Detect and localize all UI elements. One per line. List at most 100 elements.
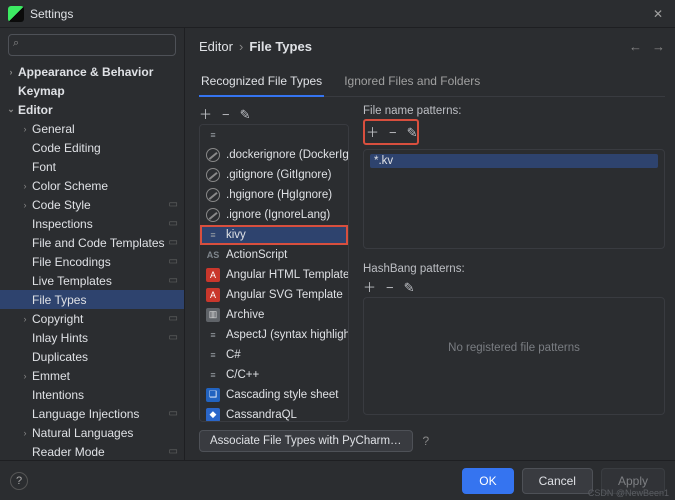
lines-icon: ≡ — [206, 328, 220, 342]
breadcrumb-root[interactable]: Editor — [199, 39, 233, 54]
settings-tree[interactable]: ›Appearance & BehaviorKeymap⌄Editor›Gene… — [0, 62, 184, 460]
sidebar-item-color-scheme[interactable]: ›Color Scheme — [0, 176, 184, 195]
ok-button[interactable]: OK — [462, 468, 513, 494]
ban-icon — [206, 208, 220, 222]
scope-icon: ▭ — [169, 446, 178, 457]
filetype-row[interactable]: .gitignore (GitIgnore) — [200, 165, 348, 185]
remove-filename-pattern-button[interactable]: − — [389, 126, 397, 139]
sidebar-item-label: Language Injections — [32, 407, 139, 421]
sidebar-item-file-types[interactable]: File Types — [0, 290, 184, 309]
blue-icon: ◆ — [206, 408, 220, 422]
add-hashbang-pattern-button[interactable]: ＋ — [363, 281, 376, 294]
sidebar-item-label: Code Editing — [32, 141, 101, 155]
sidebar-item-label: Appearance & Behavior — [18, 65, 153, 79]
cancel-button[interactable]: Cancel — [522, 468, 593, 494]
hashbang-patterns-list[interactable]: No registered file patterns — [363, 297, 665, 415]
sidebar-item-general[interactable]: ›General — [0, 119, 184, 138]
filetype-row[interactable]: AAngular HTML Template — [200, 265, 348, 285]
remove-hashbang-pattern-button[interactable]: − — [386, 281, 394, 294]
sidebar-item-label: Font — [32, 160, 56, 174]
edit-hashbang-pattern-button[interactable]: ✎ — [404, 281, 415, 294]
lines-icon: ≡ — [206, 128, 220, 142]
sidebar-item-file-encodings[interactable]: File Encodings▭ — [0, 252, 184, 271]
ban-icon — [206, 188, 220, 202]
associate-file-types-button[interactable]: Associate File Types with PyCharm… — [199, 430, 413, 452]
footer-help-button[interactable]: ? — [10, 472, 28, 490]
filetype-row[interactable]: .hgignore (HgIgnore) — [200, 185, 348, 205]
scope-icon: ▭ — [169, 313, 178, 324]
sidebar-item-intentions[interactable]: Intentions — [0, 385, 184, 404]
ban-icon — [206, 168, 220, 182]
filetypes-list[interactable]: ≡ .dockerignore (DockerIgnoreLang) .gitign… — [199, 124, 349, 422]
sidebar-item-duplicates[interactable]: Duplicates — [0, 347, 184, 366]
remove-filetype-button[interactable]: − — [222, 108, 230, 121]
sidebar-item-label: Live Templates — [32, 274, 112, 288]
filetype-row[interactable]: ▥Archive — [200, 305, 348, 325]
back-icon[interactable]: ← — [629, 39, 642, 54]
sidebar-item-label: Inlay Hints — [32, 331, 88, 345]
filetype-label: Cascading style sheet — [226, 389, 339, 401]
sidebar-item-editor[interactable]: ⌄Editor — [0, 100, 184, 119]
sidebar-item-file-and-code-templates[interactable]: File and Code Templates▭ — [0, 233, 184, 252]
sidebar-item-reader-mode[interactable]: Reader Mode ▭ — [0, 442, 184, 460]
sidebar-item-inlay-hints[interactable]: Inlay Hints▭ — [0, 328, 184, 347]
chevron-icon: › — [18, 371, 32, 381]
sidebar: ⌕ ›Appearance & BehaviorKeymap⌄Editor›Ge… — [0, 28, 185, 460]
scope-icon: ▭ — [169, 237, 178, 248]
chevron-icon: › — [18, 124, 32, 134]
add-filetype-button[interactable]: ＋ — [199, 108, 212, 121]
sidebar-item-label: Duplicates — [32, 350, 88, 364]
scope-icon: ▭ — [169, 218, 178, 229]
filetype-row[interactable]: ≡kivy — [200, 225, 348, 245]
sidebar-item-live-templates[interactable]: Live Templates▭ — [0, 271, 184, 290]
filetype-row[interactable]: ≡AspectJ (syntax highlighting only) — [200, 325, 348, 345]
filetype-label: C/C++ — [226, 369, 259, 381]
hashbang-empty-text: No registered file patterns — [364, 298, 664, 354]
sidebar-item-label: Reader Mode — [32, 445, 105, 459]
lines-icon: ≡ — [206, 368, 220, 382]
dialog-footer: ? OK Cancel Apply — [0, 460, 675, 500]
filetype-row[interactable]: ≡ C/C++ — [200, 365, 348, 385]
chevron-icon: › — [18, 181, 32, 191]
search-input[interactable] — [8, 34, 176, 56]
sidebar-item-keymap[interactable]: Keymap — [0, 81, 184, 100]
window-title: Settings — [30, 7, 649, 21]
sidebar-item-label: Code Style — [32, 198, 91, 212]
chevron-icon: › — [4, 67, 18, 77]
tab-recognized[interactable]: Recognized File Types — [199, 68, 324, 96]
filetype-row[interactable]: AAngular SVG Template — [200, 285, 348, 305]
sidebar-item-emmet[interactable]: ›Emmet — [0, 366, 184, 385]
sidebar-item-language-injections[interactable]: Language Injections ▭ — [0, 404, 184, 423]
sidebar-item-label: Color Scheme — [32, 179, 108, 193]
sidebar-item-inspections[interactable]: Inspections▭ — [0, 214, 184, 233]
filetype-row[interactable]: .ignore (IgnoreLang) — [200, 205, 348, 225]
add-filename-pattern-button[interactable]: ＋ — [366, 126, 379, 139]
lines-icon: ≡ — [206, 228, 220, 242]
lines-icon: ≡ — [206, 348, 220, 362]
pattern-item[interactable]: *.kv — [370, 154, 658, 168]
sidebar-item-code-editing[interactable]: Code Editing — [0, 138, 184, 157]
filename-patterns-list[interactable]: *.kv — [363, 149, 665, 249]
chevron-right-icon: › — [239, 39, 243, 54]
filetype-row[interactable]: .dockerignore (DockerIgnoreLang) — [200, 145, 348, 165]
filetype-row[interactable]: ◆ CassandraQL — [200, 405, 348, 422]
filetype-label: CassandraQL — [226, 409, 297, 421]
filetype-row[interactable]: ≡C# — [200, 345, 348, 365]
sidebar-item-copyright[interactable]: ›Copyright▭ — [0, 309, 184, 328]
close-icon[interactable]: ✕ — [649, 7, 667, 21]
filetype-row[interactable]: ❑Cascading style sheet — [200, 385, 348, 405]
sidebar-item-appearance-behavior[interactable]: ›Appearance & Behavior — [0, 62, 184, 81]
tab-ignored[interactable]: Ignored Files and Folders — [342, 68, 482, 96]
scope-icon: ▭ — [169, 408, 178, 419]
edit-filetype-button[interactable]: ✎ — [240, 108, 251, 121]
sidebar-item-code-style[interactable]: ›Code Style▭ — [0, 195, 184, 214]
help-icon[interactable]: ? — [423, 434, 430, 448]
edit-filename-pattern-button[interactable]: ✎ — [407, 126, 418, 139]
sidebar-item-label: Editor — [18, 103, 53, 117]
filetype-row[interactable]: ASActionScript — [200, 245, 348, 265]
sidebar-item-natural-languages[interactable]: ›Natural Languages — [0, 423, 184, 442]
sidebar-item-font[interactable]: Font — [0, 157, 184, 176]
forward-icon[interactable]: → — [652, 39, 665, 54]
filetype-label: .gitignore (GitIgnore) — [226, 169, 331, 181]
filetype-row[interactable]: ≡ — [200, 125, 348, 145]
